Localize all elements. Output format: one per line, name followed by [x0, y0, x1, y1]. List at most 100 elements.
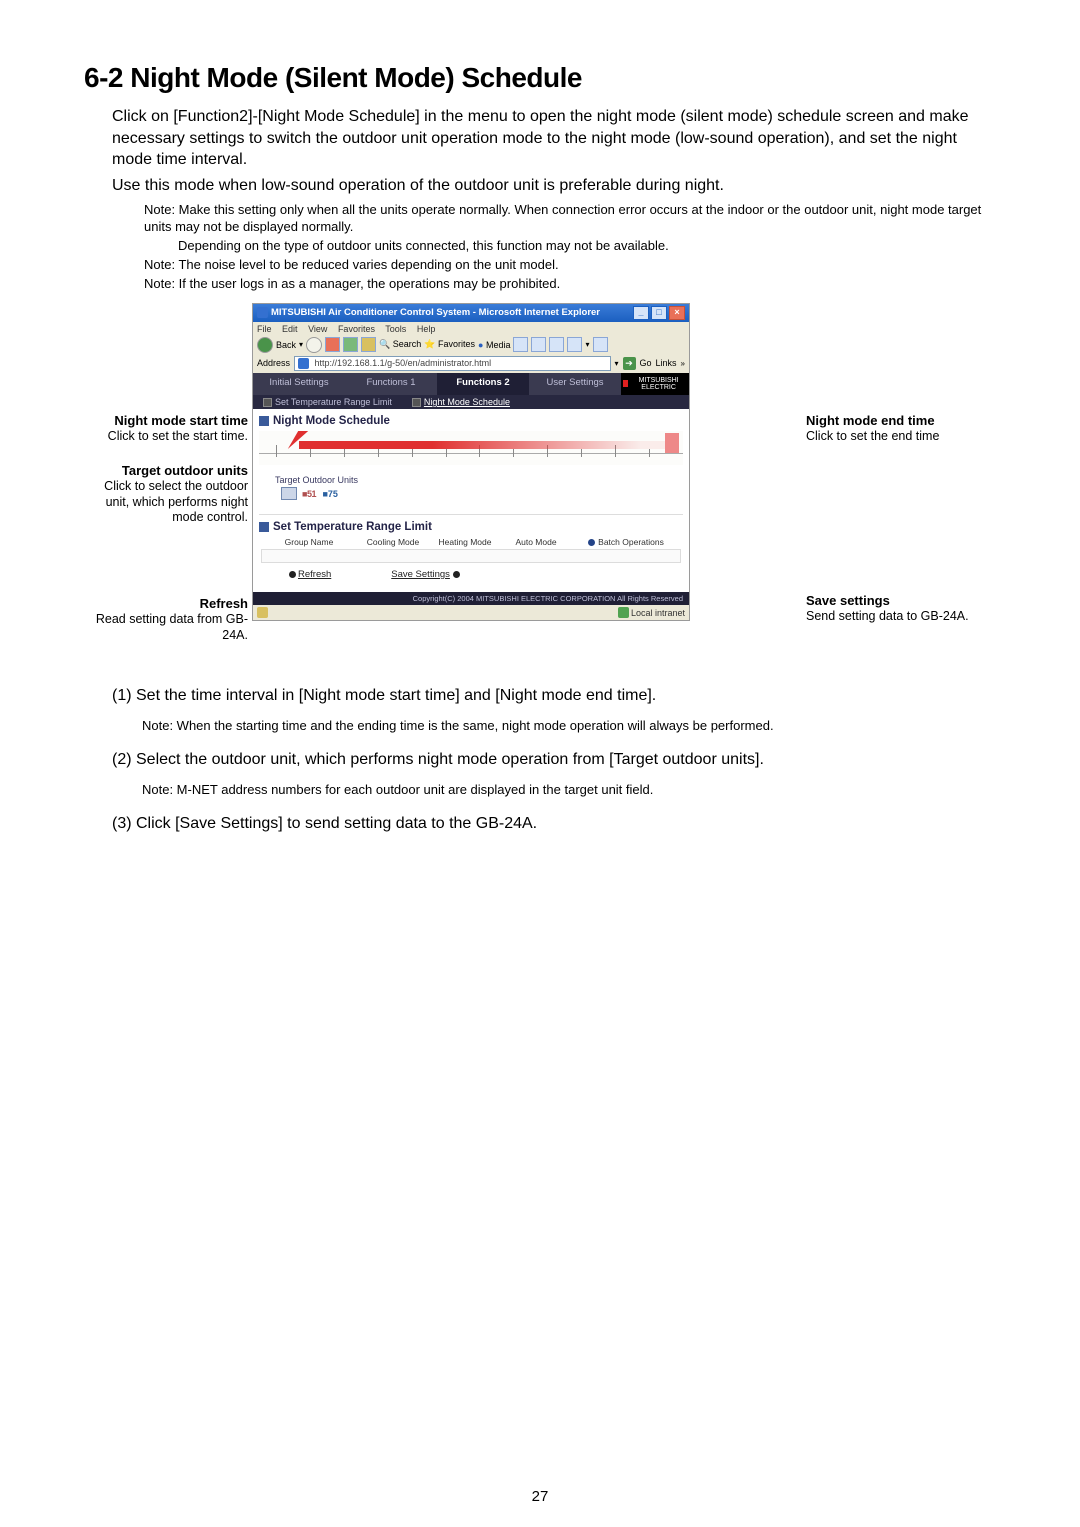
main-tabbar: Initial Settings Functions 1 Functions 2… [253, 373, 689, 395]
table-row[interactable] [261, 549, 681, 563]
browser-statusbar: Local intranet [253, 605, 689, 620]
refresh-link[interactable]: Refresh [289, 569, 331, 580]
menu-favorites[interactable]: Favorites [338, 324, 375, 334]
end-time-handle[interactable] [665, 433, 679, 453]
temp-range-icon [263, 398, 272, 407]
section-heading: 6-2 Night Mode (Silent Mode) Schedule [84, 62, 1000, 94]
mail-icon[interactable] [531, 337, 546, 352]
status-zone: Local intranet [618, 607, 685, 618]
callout-refresh: Refresh Read setting data from GB-24A. [84, 596, 252, 644]
home-icon[interactable] [361, 337, 376, 352]
ie-icon [257, 307, 268, 318]
callouts-right-col: Night mode end time Click to set the end… [800, 303, 1000, 656]
brand-logo: MITSUBISHI ELECTRIC [621, 373, 689, 395]
callout-save-desc: Send setting data to GB-24A. [806, 609, 1000, 625]
history-icon[interactable] [513, 337, 528, 352]
callout-end-time-title: Night mode end time [806, 413, 1000, 429]
temp-range-table-header: Group Name Cooling Mode Heating Mode Aut… [261, 537, 681, 547]
panel2-title: Set Temperature Range Limit [259, 521, 683, 533]
step-1: (1) Set the time interval in [Night mode… [112, 687, 1000, 733]
address-label: Address [257, 358, 290, 368]
th-batch[interactable]: Batch Operations [571, 537, 675, 547]
page-icon [298, 358, 309, 369]
panel1-title: Night Mode Schedule [259, 415, 683, 427]
media-button[interactable]: ● Media [478, 340, 510, 350]
back-icon[interactable] [257, 337, 273, 353]
discuss-icon[interactable] [593, 337, 608, 352]
target-units-row[interactable]: ■51 ■75 [281, 487, 683, 500]
night-mode-range-bar[interactable] [299, 441, 679, 449]
intranet-zone-icon [618, 607, 629, 618]
step-3: (3) Click [Save Settings] to send settin… [112, 815, 1000, 833]
instructions-list: (1) Set the time interval in [Night mode… [112, 687, 1000, 833]
sub-tabbar: Set Temperature Range Limit Night Mode S… [253, 395, 689, 409]
go-label: Go [640, 358, 652, 368]
tab-user-settings[interactable]: User Settings [529, 373, 621, 395]
app-chrome: Initial Settings Functions 1 Functions 2… [253, 373, 689, 605]
menu-tools[interactable]: Tools [385, 324, 406, 334]
window-minimize-button[interactable] [633, 306, 649, 320]
panel-night-mode: Night Mode Schedule [253, 409, 689, 592]
callout-end-time: Night mode end time Click to set the end… [800, 413, 1000, 445]
window-maximize-button[interactable] [651, 306, 667, 320]
favorites-button[interactable]: ⭐ Favorites [424, 339, 475, 350]
tab-functions1[interactable]: Functions 1 [345, 373, 437, 395]
callout-target-title: Target outdoor units [84, 463, 248, 479]
search-button[interactable]: 🔍 Search [379, 339, 421, 350]
step-1-text: (1) Set the time interval in [Night mode… [112, 687, 1000, 705]
step-2: (2) Select the outdoor unit, which perfo… [112, 751, 1000, 797]
step-2-text: (2) Select the outdoor unit, which perfo… [112, 751, 1000, 769]
th-heating: Heating Mode [429, 537, 501, 547]
note-1b: Depending on the type of outdoor units c… [178, 238, 1000, 255]
callout-save-title: Save settings [806, 593, 1000, 609]
save-settings-link[interactable]: Save Settings [391, 569, 461, 580]
callout-end-time-desc: Click to set the end time [806, 429, 1000, 445]
intro-p1: Click on [Function2]-[Night Mode Schedul… [112, 106, 1000, 171]
menu-file[interactable]: File [257, 324, 272, 334]
callout-start-time-title: Night mode start time [84, 413, 248, 429]
note-1: Note: Make this setting only when all th… [144, 202, 1000, 236]
note-3: Note: If the user logs in as a manager, … [144, 276, 1000, 293]
tab-functions2[interactable]: Functions 2 [437, 373, 529, 395]
go-button[interactable]: ➔ [623, 357, 636, 370]
mitsubishi-logo-icon [623, 380, 628, 387]
panel-action-links: Refresh Save Settings [259, 563, 683, 584]
batch-dot-icon [588, 539, 595, 546]
menu-help[interactable]: Help [417, 324, 436, 334]
callout-target-desc: Click to select the outdoor unit, which … [84, 479, 248, 526]
callout-target-units: Target outdoor units Click to select the… [84, 463, 252, 526]
outdoor-unit-icon[interactable] [281, 487, 297, 500]
done-icon [257, 607, 268, 618]
callout-refresh-title: Refresh [84, 596, 248, 612]
callout-refresh-desc: Read setting data from GB-24A. [84, 612, 248, 643]
browser-mock-wrap: MITSUBISHI Air Conditioner Control Syste… [252, 303, 800, 656]
callout-start-time: Night mode start time Click to set the s… [84, 413, 252, 445]
night-mode-icon [412, 398, 421, 407]
forward-icon[interactable] [306, 337, 322, 353]
callouts-left-col: Night mode start time Click to set the s… [84, 303, 252, 656]
document-page: 6-2 Night Mode (Silent Mode) Schedule Cl… [0, 0, 1080, 1527]
schedule-timeline[interactable] [259, 431, 683, 465]
links-label[interactable]: Links [656, 358, 677, 368]
print-icon[interactable] [549, 337, 564, 352]
browser-menubar: File Edit View Favorites Tools Help [253, 322, 689, 336]
refresh-icon[interactable] [343, 337, 358, 352]
page-number: 27 [0, 1488, 1080, 1505]
intro-p2: Use this mode when low-sound operation o… [112, 175, 1000, 197]
subtab-temp-range[interactable]: Set Temperature Range Limit [253, 395, 402, 409]
browser-addressbar: Address http://192.168.1.1/g-50/en/admin… [253, 354, 689, 373]
callout-start-time-desc: Click to set the start time. [84, 429, 248, 445]
callout-save-settings: Save settings Send setting data to GB-24… [800, 593, 1000, 625]
stop-icon[interactable] [325, 337, 340, 352]
tab-initial-settings[interactable]: Initial Settings [253, 373, 345, 395]
back-button[interactable]: Back [276, 340, 296, 350]
subtab-night-mode[interactable]: Night Mode Schedule [402, 395, 520, 409]
window-close-button[interactable] [669, 306, 685, 320]
edit-icon[interactable] [567, 337, 582, 352]
address-field[interactable]: http://192.168.1.1/g-50/en/administrator… [294, 356, 610, 371]
outdoor-unit-addresses: ■51 ■75 [302, 489, 338, 499]
menu-view[interactable]: View [308, 324, 327, 334]
app-copyright: Copyright(C) 2004 MITSUBISHI ELECTRIC CO… [253, 592, 689, 605]
menu-edit[interactable]: Edit [282, 324, 298, 334]
intro-paragraphs: Click on [Function2]-[Night Mode Schedul… [84, 106, 1000, 196]
